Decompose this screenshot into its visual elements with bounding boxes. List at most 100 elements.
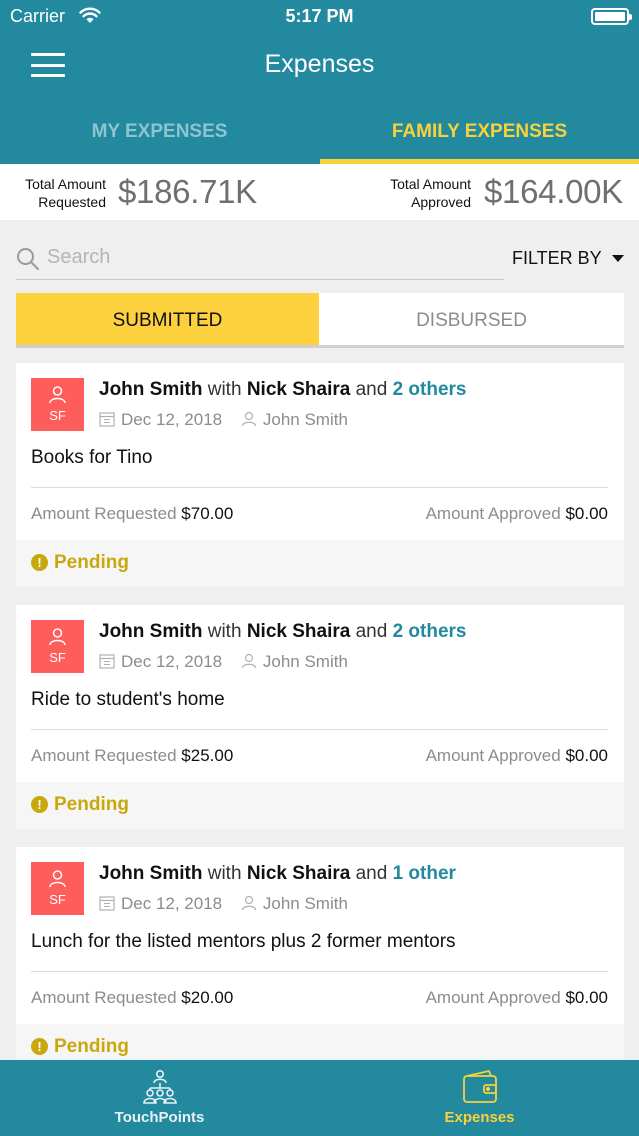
segment-submitted[interactable]: SUBMITTED (16, 293, 319, 348)
app-header: Carrier 5:17 PM Expenses MY EXPENSES FAM… (0, 0, 639, 164)
amount-approved-value: $0.00 (565, 988, 608, 1007)
expense-description: Ride to student's home (31, 689, 225, 710)
totals-bar: Total Amount Requested $186.71K Total Am… (0, 164, 639, 220)
divider (31, 971, 608, 972)
amount-requested: Amount Requested $20.00 (31, 988, 233, 1008)
others-link[interactable]: 1 other (393, 863, 456, 884)
amount-requested-value: $70.00 (181, 504, 234, 523)
and-word: and (355, 379, 388, 400)
user-icon (241, 895, 256, 911)
avatar: SF (31, 862, 84, 915)
expense-date: Dec 12, 2018 (121, 652, 223, 671)
amount-approved: Amount Approved $0.00 (426, 504, 608, 524)
alert-icon: ! (31, 1038, 48, 1055)
participants: John Smith with Nick Shaira and 1 other (99, 863, 456, 885)
amount-requested: Amount Requested $25.00 (31, 746, 233, 766)
submitter-name: John Smith (99, 863, 203, 884)
status-bar: Carrier 5:17 PM (0, 0, 639, 34)
divider (31, 729, 608, 730)
amount-requested-label: Amount Requested (31, 504, 177, 523)
submitter-name: John Smith (99, 379, 203, 400)
partner-name: Nick Shaira (246, 863, 351, 884)
partner-name: Nick Shaira (246, 379, 351, 400)
expense-date: Dec 12, 2018 (121, 410, 223, 429)
amount-approved-value: $0.00 (565, 746, 608, 765)
user-icon (241, 411, 256, 427)
status-badge: Pending (54, 552, 129, 573)
amount-requested-label: Amount Requested (31, 988, 177, 1007)
tab-family-expenses[interactable]: FAMILY EXPENSES (320, 116, 639, 164)
partner-name: Nick Shaira (246, 621, 351, 642)
alert-icon: ! (31, 796, 48, 813)
divider (31, 487, 608, 488)
expense-card[interactable]: SF John Smith with Nick Shaira and 1 oth… (16, 847, 624, 1071)
filter-by-button[interactable]: FILTER BY (512, 248, 602, 269)
status-time: 5:17 PM (285, 6, 354, 26)
amount-requested-value: $25.00 (181, 746, 234, 765)
and-word: and (355, 621, 388, 642)
with-word: with (207, 621, 242, 642)
and-word: and (355, 863, 388, 884)
with-word: with (207, 863, 242, 884)
with-word: with (207, 379, 242, 400)
avatar-initials: SF (49, 650, 66, 665)
expense-owner: John Smith (262, 894, 348, 913)
user-icon (49, 628, 66, 646)
total-requested-label: Total Amount Requested (14, 175, 106, 211)
people-network-icon (143, 1069, 177, 1104)
bottom-tab-bar: TouchPoints Expenses (0, 1060, 639, 1136)
tab-expenses-label: Expenses (444, 1109, 515, 1126)
search-input[interactable]: Search (16, 240, 504, 280)
avatar-initials: SF (49, 408, 66, 423)
search-icon (17, 248, 39, 270)
segment-disbursed[interactable]: DISBURSED (319, 293, 624, 348)
chevron-down-icon[interactable] (612, 255, 624, 262)
status-badge: Pending (54, 794, 129, 815)
expense-card[interactable]: SF John Smith with Nick Shaira and 2 oth… (16, 605, 624, 829)
calendar-icon (99, 412, 115, 427)
total-requested-value: $186.71K (118, 173, 257, 210)
submitter-name: John Smith (99, 621, 203, 642)
amount-approved-label: Amount Approved (425, 988, 561, 1007)
total-approved-label: Total Amount Approved (378, 175, 471, 211)
avatar: SF (31, 378, 84, 431)
expense-date: Dec 12, 2018 (121, 894, 223, 913)
participants: John Smith with Nick Shaira and 2 others (99, 379, 467, 401)
amount-approved-value: $0.00 (565, 504, 608, 523)
tab-expenses[interactable]: Expenses (320, 1060, 639, 1136)
wallet-icon (463, 1069, 497, 1103)
status-badge: Pending (54, 1036, 129, 1057)
expense-meta: Dec 12, 2018 John Smith (99, 410, 348, 430)
expense-meta: Dec 12, 2018 John Smith (99, 652, 348, 672)
user-icon (241, 653, 256, 669)
others-link[interactable]: 2 others (393, 621, 467, 642)
total-approved-label-line1: Total Amount (390, 176, 471, 192)
amount-approved: Amount Approved $0.00 (426, 988, 608, 1008)
status-band: ! Pending (16, 782, 624, 829)
status-band: ! Pending (16, 540, 624, 587)
calendar-icon (99, 896, 115, 911)
avatar: SF (31, 620, 84, 673)
participants: John Smith with Nick Shaira and 2 others (99, 621, 467, 643)
amount-approved: Amount Approved $0.00 (426, 746, 608, 766)
amount-approved-label: Amount Approved (425, 746, 561, 765)
user-icon (49, 386, 66, 404)
tab-my-expenses[interactable]: MY EXPENSES (0, 116, 319, 164)
search-placeholder: Search (47, 246, 111, 268)
tab-touchpoints[interactable]: TouchPoints (0, 1060, 319, 1136)
expense-owner: John Smith (262, 410, 348, 429)
expense-description: Lunch for the listed mentors plus 2 form… (31, 931, 456, 952)
amount-approved-label: Amount Approved (425, 504, 561, 523)
amount-requested-value: $20.00 (181, 988, 234, 1007)
avatar-initials: SF (49, 892, 66, 907)
alert-icon: ! (31, 554, 48, 571)
expense-description: Books for Tino (31, 447, 153, 468)
expense-meta: Dec 12, 2018 John Smith (99, 894, 348, 914)
calendar-icon (99, 654, 115, 669)
amount-requested: Amount Requested $70.00 (31, 504, 233, 524)
page-title: Expenses (264, 50, 375, 78)
total-approved-value: $164.00K (484, 173, 623, 210)
expense-card[interactable]: SF John Smith with Nick Shaira and 2 oth… (16, 363, 624, 587)
total-approved-label-line2: Approved (411, 194, 471, 210)
others-link[interactable]: 2 others (393, 379, 467, 400)
